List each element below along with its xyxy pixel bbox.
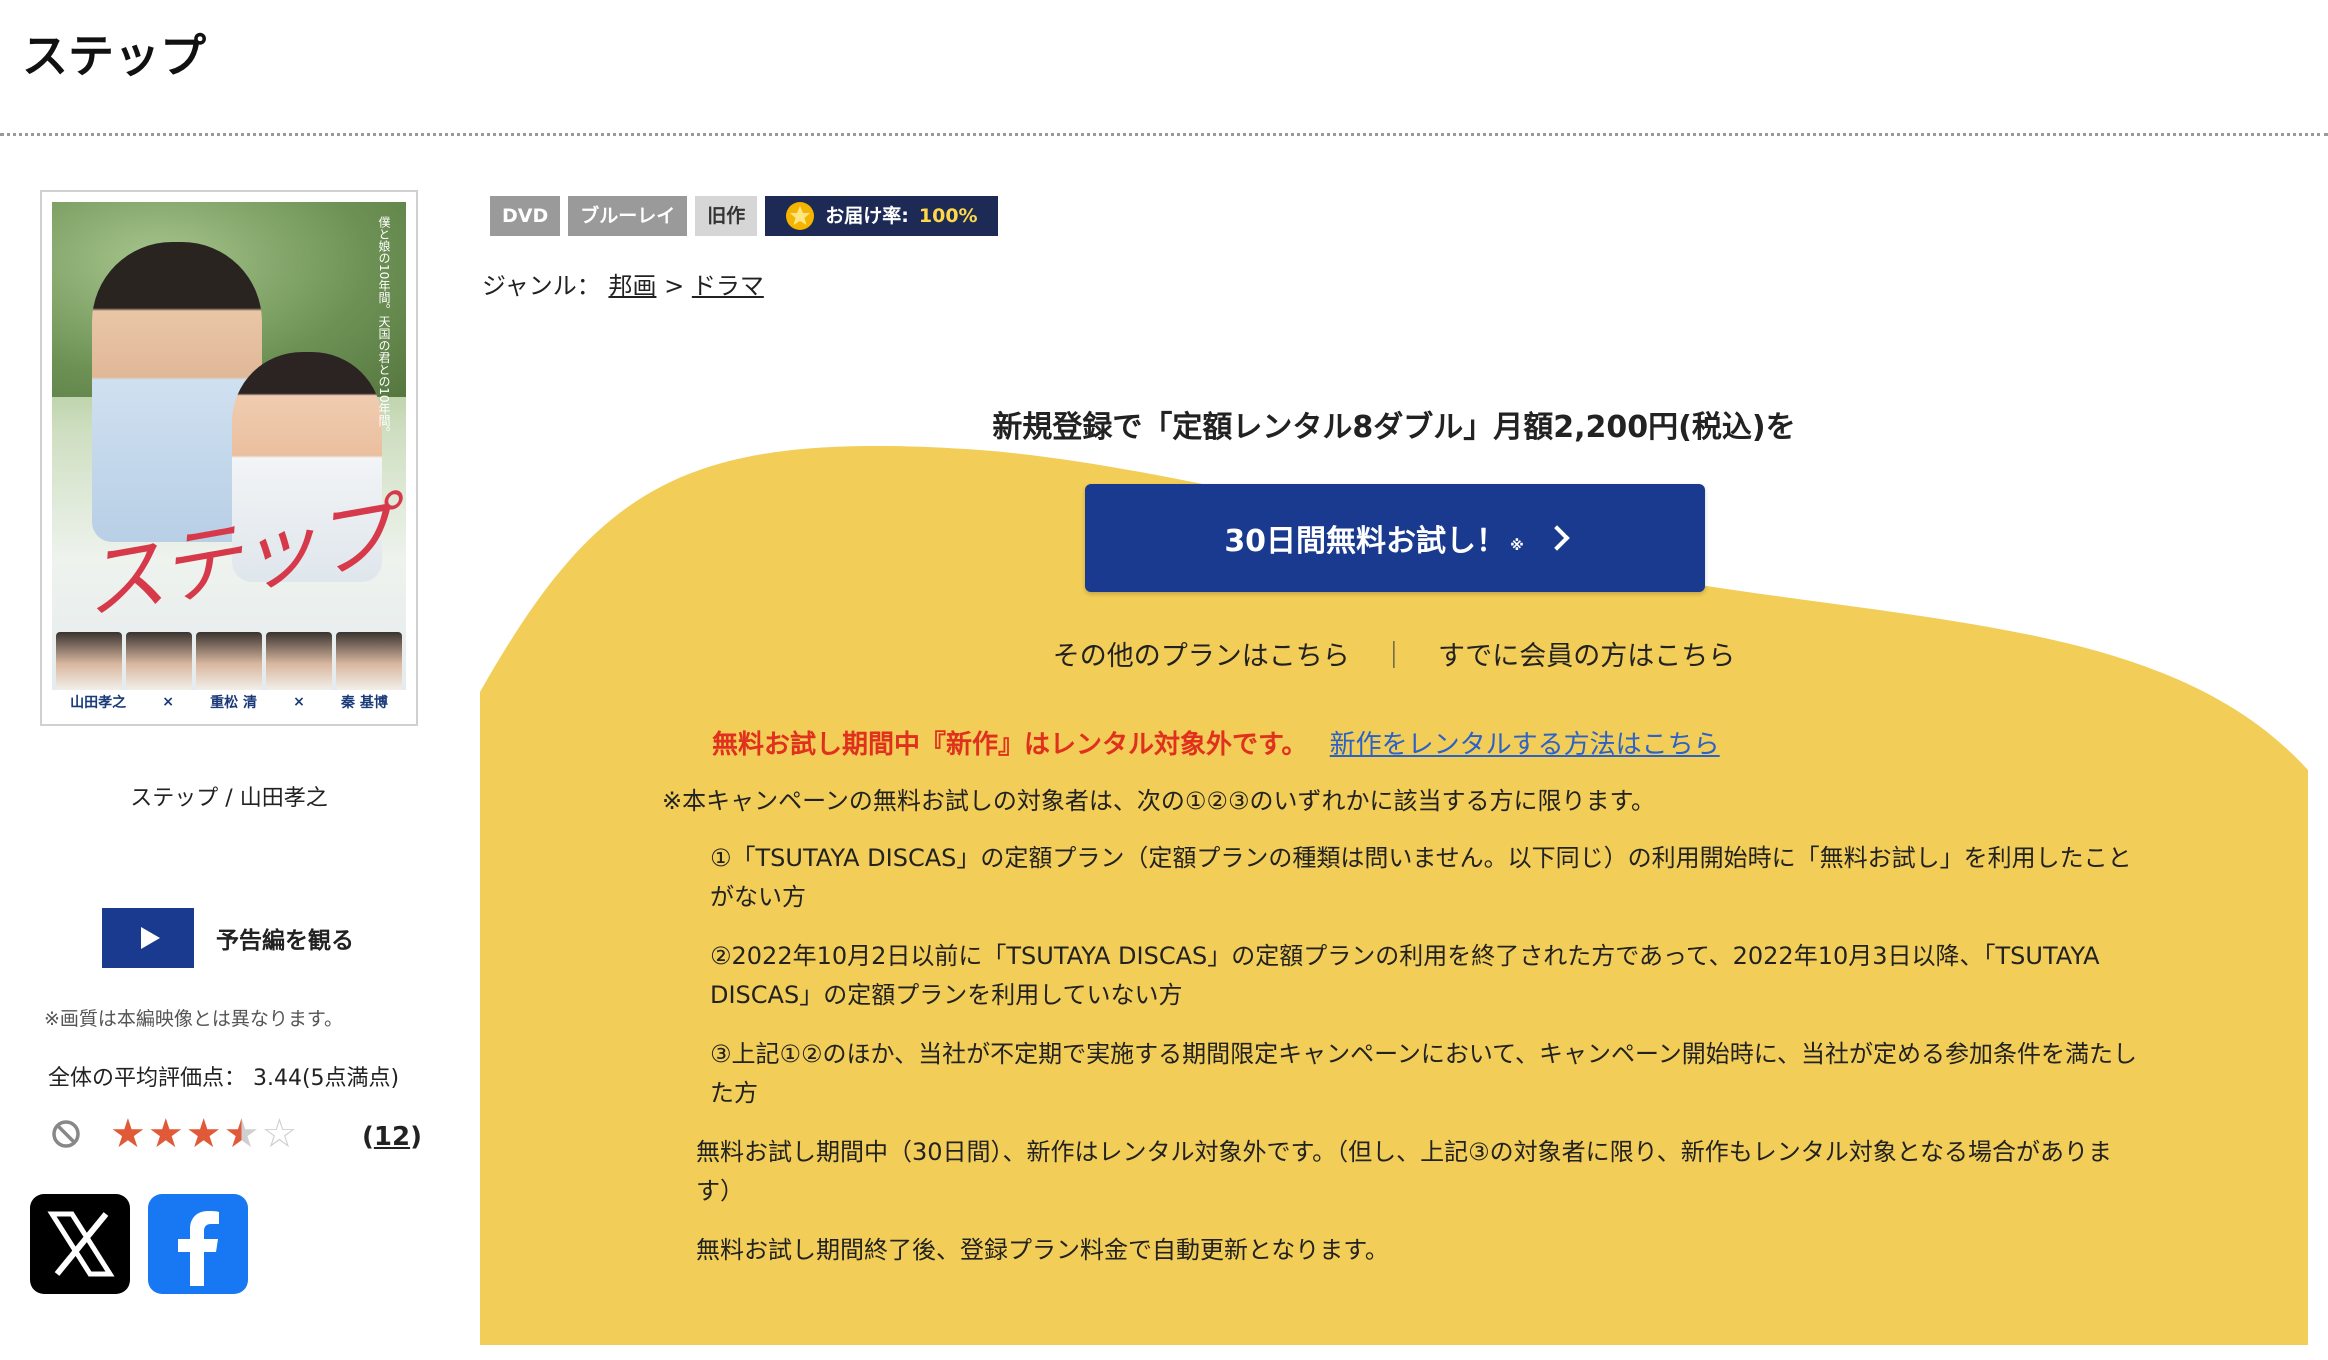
poster-credit: 山田孝之 xyxy=(70,695,127,711)
cast-photo xyxy=(266,632,332,690)
cast-photo xyxy=(56,632,122,690)
new-release-warning: 無料お試し期間中『新作』はレンタル対象外です。 新作をレンタルする方法はこちら xyxy=(712,724,1720,761)
review-count-link[interactable]: 12 xyxy=(374,1122,410,1152)
campaign-intro: ※本キャンペーンの無料お試しの対象者は、次の①②③のいずれかに該当する方に限りま… xyxy=(662,787,1656,815)
review-count: (12) xyxy=(362,1122,422,1152)
trailer-play-button[interactable] xyxy=(102,908,194,968)
genre-separator: > xyxy=(664,272,685,300)
condition-item: ②2022年10月2日以前に「TSUTAYA DISCAS」の定額プランの利用を… xyxy=(710,942,2100,1009)
facebook-logo-icon xyxy=(178,1211,219,1286)
warning-text: 無料お試し期間中『新作』はレンタル対象外です。 xyxy=(712,730,1308,760)
star-empty-icon: ☆ xyxy=(261,1111,298,1157)
star-badge-icon xyxy=(786,202,815,230)
genre-label: ジャンル： xyxy=(482,272,601,300)
rating-stars: ★ ★ ★ ★ ☆ xyxy=(110,1112,297,1156)
x-share-button[interactable] xyxy=(30,1194,130,1294)
cast-photo xyxy=(196,632,262,690)
link-divider: ｜ xyxy=(1380,641,1408,672)
badge-old: 旧作 xyxy=(695,196,758,236)
poster-cast-strip xyxy=(52,632,406,690)
poster-credits: 山田孝之 × 重松 清 × 秦 基博 xyxy=(52,690,406,714)
member-login-link[interactable]: すでに会員の方はこちら xyxy=(1438,641,1735,672)
badge-row: DVD ブルーレイ 旧作 お届け率: 100% xyxy=(490,196,998,236)
delivery-percent: 100% xyxy=(918,205,978,227)
poster-credit-sep: × xyxy=(293,694,305,710)
genre-link-drama[interactable]: ドラマ xyxy=(692,272,764,300)
page: ステップ 僕と娘の10年間。天国の君との10年間。 ステップ 山田孝之 × 重松… xyxy=(0,0,2328,1360)
star-icon: ★ xyxy=(110,1111,146,1157)
poster-image[interactable]: 僕と娘の10年間。天国の君との10年間。 ステップ 山田孝之 × 重松 清 × … xyxy=(40,190,418,726)
quality-note: ※画質は本編映像とは異なります。 xyxy=(44,1008,344,1030)
poster-credit: 秦 基博 xyxy=(341,695,388,711)
title-caption: ステップ / 山田孝之 xyxy=(130,786,328,811)
facebook-share-button[interactable] xyxy=(148,1194,248,1294)
plan-links: その他のプランはこちら ｜ すでに会員の方はこちら xyxy=(480,634,2308,673)
trial-note: 無料お試し期間中（30日間）、新作はレンタル対象外です。（但し、上記③の対象者に… xyxy=(696,1138,2112,1205)
other-plans-link[interactable]: その他のプランはこちら xyxy=(1053,641,1350,672)
poster-tagline: 僕と娘の10年間。天国の君との10年間。 xyxy=(377,216,391,439)
page-title: ステップ xyxy=(22,29,206,83)
promo-headline: 新規登録で「定額レンタル8ダブル」月額2,200円(税込)を xyxy=(992,410,1796,445)
cast-photo xyxy=(336,632,402,690)
badge-delivery-rate: お届け率: 100% xyxy=(765,196,998,236)
free-trial-label: 30日間無料お試し！ xyxy=(1224,524,1507,559)
delivery-label: お届け率: xyxy=(825,205,909,227)
no-sign-icon[interactable] xyxy=(50,1118,82,1150)
star-icon: ★ xyxy=(185,1111,222,1157)
average-rating: 全体の平均評価点： 3.44(5点満点) xyxy=(48,1066,400,1091)
genre-breadcrumb: ジャンル： 邦画 > ドラマ xyxy=(482,266,764,301)
poster-art: 僕と娘の10年間。天国の君との10年間。 ステップ 山田孝之 × 重松 清 × … xyxy=(52,202,406,714)
condition-item: ③上記①②のほか、当社が不定期で実施する期間限定キャンペーンにおいて、キャンペー… xyxy=(710,1040,2138,1107)
star-half-icon: ★ xyxy=(223,1111,260,1157)
cast-photo xyxy=(126,632,192,690)
campaign-notes: ※本キャンペーンの無料お試しの対象者は、次の①②③のいずれかに該当する方に限りま… xyxy=(662,782,2142,1290)
star-icon: ★ xyxy=(147,1111,184,1157)
x-logo-icon xyxy=(47,1211,115,1277)
genre-link-houga[interactable]: 邦画 xyxy=(608,272,656,300)
chevron-right-icon xyxy=(1543,525,1570,551)
condition-item: ①「TSUTAYA DISCAS」の定額プラン（定額プランの種類は問いません。以… xyxy=(710,844,2132,911)
trailer-label[interactable]: 予告編を観る xyxy=(216,921,354,955)
poster-credit: 重松 清 xyxy=(210,695,257,711)
renewal-note: 無料お試し期間終了後、登録プラン料金で自動更新となります。 xyxy=(696,1236,1389,1264)
play-icon xyxy=(140,927,160,949)
badge-dvd: DVD xyxy=(490,196,561,236)
badge-bluray: ブルーレイ xyxy=(568,196,688,236)
free-trial-footnote-mark: ※ xyxy=(1510,538,1524,554)
free-trial-button[interactable]: 30日間無料お試し！ ※ xyxy=(1085,484,1705,592)
new-release-rental-link[interactable]: 新作をレンタルする方法はこちら xyxy=(1330,730,1720,760)
poster-credit-sep: × xyxy=(162,694,174,710)
dotted-divider xyxy=(0,133,2328,136)
